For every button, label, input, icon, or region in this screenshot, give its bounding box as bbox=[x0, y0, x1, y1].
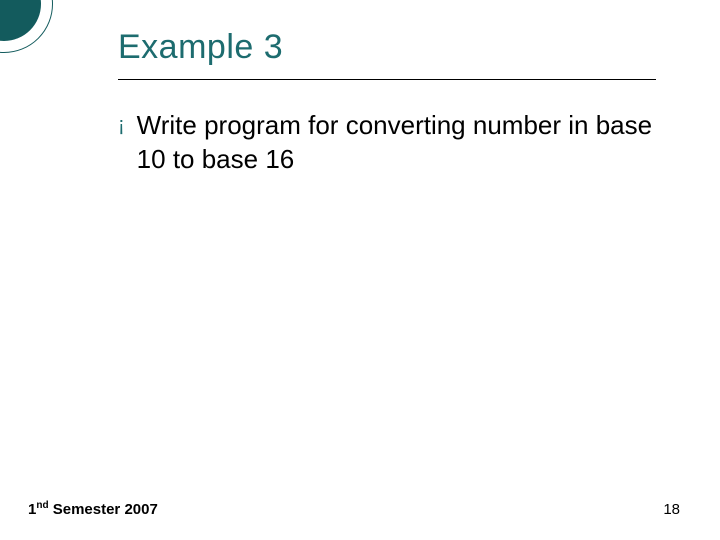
bullet-item: ¡ Write program for converting number in… bbox=[118, 108, 658, 176]
title-underline bbox=[118, 79, 656, 80]
inner-circle bbox=[0, 0, 41, 41]
outer-circle bbox=[0, 0, 53, 53]
slide-title: Example 3 bbox=[118, 28, 658, 67]
title-area: Example 3 bbox=[118, 28, 658, 80]
slide-container: Example 3 ¡ Write program for converting… bbox=[0, 0, 720, 540]
footer-semester-rest: Semester 2007 bbox=[49, 501, 158, 518]
footer-semester-ord: nd bbox=[36, 500, 48, 511]
footer-semester: 1nd Semester 2007 bbox=[28, 500, 158, 518]
page-number: 18 bbox=[663, 501, 680, 518]
bullet-text: Write program for converting number in b… bbox=[137, 108, 658, 176]
body-area: ¡ Write program for converting number in… bbox=[118, 108, 658, 176]
bullet-marker-icon: ¡ bbox=[118, 108, 125, 142]
corner-decoration bbox=[0, 0, 53, 53]
